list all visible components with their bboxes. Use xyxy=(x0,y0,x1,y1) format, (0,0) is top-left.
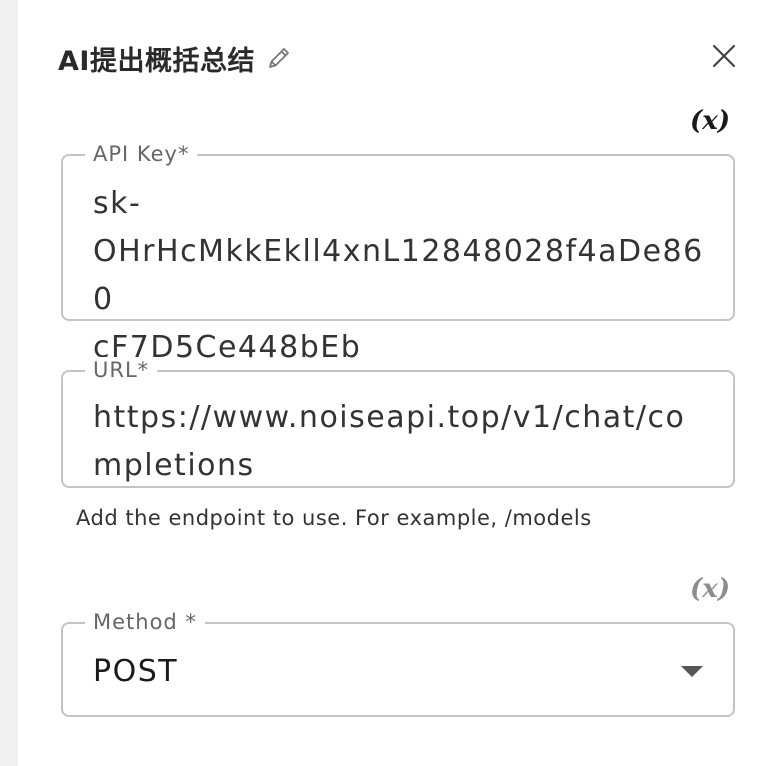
method-select[interactable]: Method * POST xyxy=(61,609,735,717)
chevron-down-icon[interactable] xyxy=(681,666,703,677)
method-value: POST xyxy=(93,654,179,689)
close-icon xyxy=(712,44,736,68)
api-key-label: API Key* xyxy=(85,141,198,167)
url-helper-text: Add the endpoint to use. For example, /m… xyxy=(76,506,592,530)
api-key-field[interactable]: API Key* sk- OHrHcMkkEkll4xnL12848028f4a… xyxy=(61,141,735,365)
close-button[interactable] xyxy=(708,40,740,72)
node-settings-panel: AI提出概括总结 (x) API Key* sk- OHrHcMkkEkll4x… xyxy=(18,0,772,766)
left-sidebar-strip xyxy=(0,0,18,766)
url-field[interactable]: URL* https://www.noiseapi.top/v1/chat/co… xyxy=(61,357,735,490)
pencil-icon[interactable] xyxy=(265,44,293,72)
api-key-variable-button[interactable]: (x) xyxy=(690,106,730,136)
panel-title: AI提出概括总结 xyxy=(58,45,255,77)
api-key-value[interactable]: sk- OHrHcMkkEkll4xnL12848028f4aDe860 cF7… xyxy=(93,180,711,372)
url-label: URL* xyxy=(85,357,158,383)
url-value[interactable]: https://www.noiseapi.top/v1/chat/complet… xyxy=(93,394,711,490)
panel-header: AI提出概括总结 xyxy=(58,36,293,80)
method-label: Method * xyxy=(85,609,205,635)
method-variable-button[interactable]: (x) xyxy=(690,574,730,604)
